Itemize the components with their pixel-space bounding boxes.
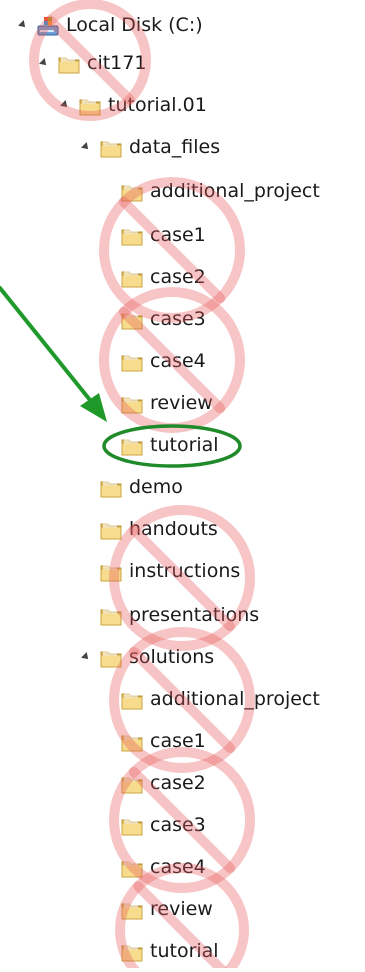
tree-item-label: review <box>150 898 213 920</box>
tree-item-label: demo <box>129 476 183 498</box>
tree-item[interactable]: review <box>0 890 365 930</box>
expand-toggle-icon[interactable] <box>60 100 70 110</box>
tree-item[interactable]: demo <box>0 468 365 508</box>
folder-icon <box>121 312 143 330</box>
tree-item[interactable]: instructions <box>0 552 365 592</box>
tree-item[interactable]: tutorial <box>0 932 365 972</box>
folder-icon <box>100 140 122 158</box>
folder-icon <box>121 860 143 878</box>
tree-item-label: review <box>150 392 213 414</box>
tree-item[interactable]: presentations <box>0 596 365 636</box>
tree-item-label: additional_project <box>150 180 320 202</box>
tree-item-label: instructions <box>129 560 241 582</box>
expand-toggle-icon[interactable] <box>18 20 28 30</box>
tree-item[interactable]: tutorial <box>0 426 365 466</box>
tree-item[interactable]: solutions <box>0 638 365 678</box>
tree-item-label: case2 <box>150 772 206 794</box>
folder-icon <box>121 396 143 414</box>
tree-item-label: tutorial <box>150 434 219 456</box>
tree-item-label: case1 <box>150 224 206 246</box>
tree-item[interactable]: case3 <box>0 300 365 340</box>
tree-item[interactable]: additional_project <box>0 680 365 720</box>
folder-icon <box>79 98 101 116</box>
folder-icon <box>121 776 143 794</box>
folder-icon <box>100 608 122 626</box>
folder-icon <box>121 734 143 752</box>
drive-icon <box>37 17 59 36</box>
tree-item-label: case2 <box>150 266 206 288</box>
tree-item[interactable]: handouts <box>0 510 365 550</box>
tree-item-label: case4 <box>150 350 206 372</box>
folder-icon <box>121 354 143 372</box>
folder-icon <box>58 56 80 74</box>
expand-toggle-icon[interactable] <box>39 58 49 68</box>
folder-icon <box>100 564 122 582</box>
tree-item[interactable]: case4 <box>0 342 365 382</box>
tree-item[interactable]: review <box>0 384 365 424</box>
tree-item[interactable]: case3 <box>0 806 365 846</box>
tree-item[interactable]: cit171 <box>0 44 365 84</box>
expand-toggle-icon[interactable] <box>81 142 91 152</box>
tree-item[interactable]: case1 <box>0 216 365 256</box>
tree-item-label: Local Disk (C:) <box>66 14 203 36</box>
folder-icon <box>121 184 143 202</box>
folder-icon <box>121 438 143 456</box>
tree-item[interactable]: Local Disk (C:) <box>0 6 365 46</box>
folder-icon <box>100 480 122 498</box>
folder-icon <box>121 692 143 710</box>
tree-item-label: data_files <box>129 136 221 158</box>
tree-item[interactable]: case2 <box>0 764 365 804</box>
folder-icon <box>121 902 143 920</box>
tree-item-label: tutorial <box>150 940 219 962</box>
tree-item[interactable]: data_files <box>0 128 365 168</box>
tree-item-label: case3 <box>150 308 206 330</box>
tree-item-label: case3 <box>150 814 206 836</box>
tree-item-label: cit171 <box>87 52 147 74</box>
folder-icon <box>100 522 122 540</box>
tree-item[interactable]: case2 <box>0 258 365 298</box>
tree-item[interactable]: case4 <box>0 848 365 888</box>
expand-toggle-icon[interactable] <box>81 652 91 662</box>
tree-item[interactable]: case1 <box>0 722 365 762</box>
folder-icon <box>121 818 143 836</box>
tree-item-label: handouts <box>129 518 218 540</box>
tree-item-label: tutorial.01 <box>108 94 207 116</box>
tree-item-label: case4 <box>150 856 206 878</box>
tree-item-label: presentations <box>129 604 260 626</box>
tree-item-label: solutions <box>129 646 215 668</box>
tree-item-label: additional_project <box>150 688 320 710</box>
tree-item[interactable]: additional_project <box>0 172 365 212</box>
folder-icon <box>121 944 143 962</box>
tree-item-label: case1 <box>150 730 206 752</box>
folder-icon <box>121 270 143 288</box>
tree-item[interactable]: tutorial.01 <box>0 86 365 126</box>
folder-tree-panel: Local Disk (C:) cit171 tutorial.01 data_fil… <box>0 0 365 968</box>
folder-icon <box>100 650 122 668</box>
folder-icon <box>121 228 143 246</box>
